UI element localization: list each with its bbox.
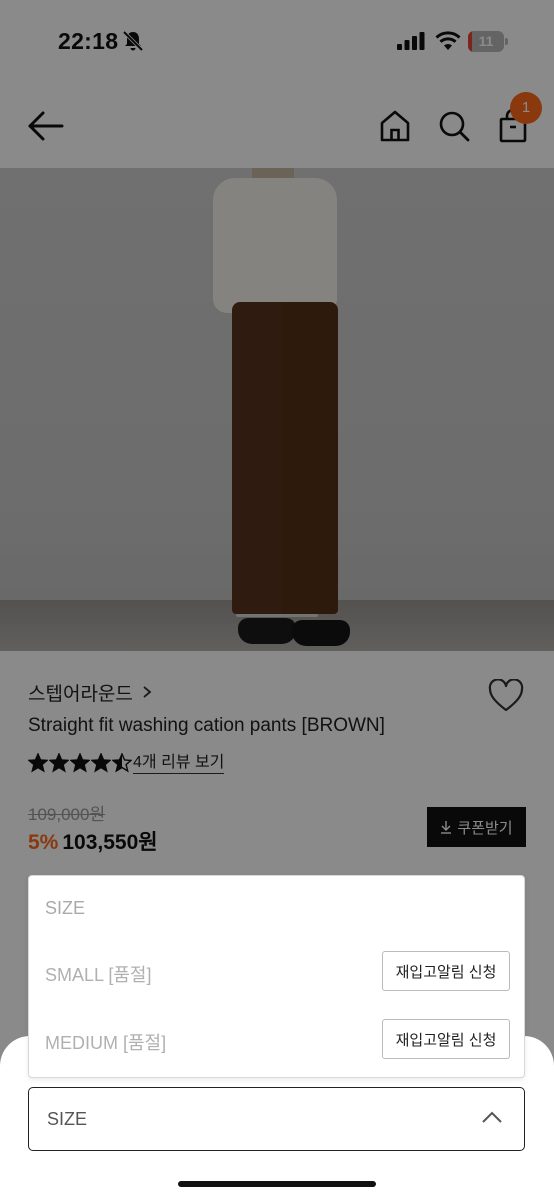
size-option-medium[interactable]: MEDIUM [품절] 재입고알림 신청 (29, 1006, 526, 1074)
home-indicator (178, 1181, 376, 1187)
size-options-panel: SIZE SMALL [품절] 재입고알림 신청 MEDIUM [품절] 재입고… (28, 875, 525, 1078)
size-option-small[interactable]: SMALL [품절] 재입고알림 신청 (29, 938, 526, 1006)
options-header: SIZE (45, 898, 86, 918)
option-label: MEDIUM [품절] (45, 1033, 167, 1053)
restock-alert-button[interactable]: 재입고알림 신청 (382, 1019, 510, 1059)
chevron-up-icon (482, 1111, 502, 1123)
size-select-label: SIZE (47, 1109, 88, 1129)
size-select[interactable]: SIZE (28, 1087, 525, 1151)
restock-alert-button[interactable]: 재입고알림 신청 (382, 951, 510, 991)
option-label: SMALL [품절] (45, 965, 152, 985)
